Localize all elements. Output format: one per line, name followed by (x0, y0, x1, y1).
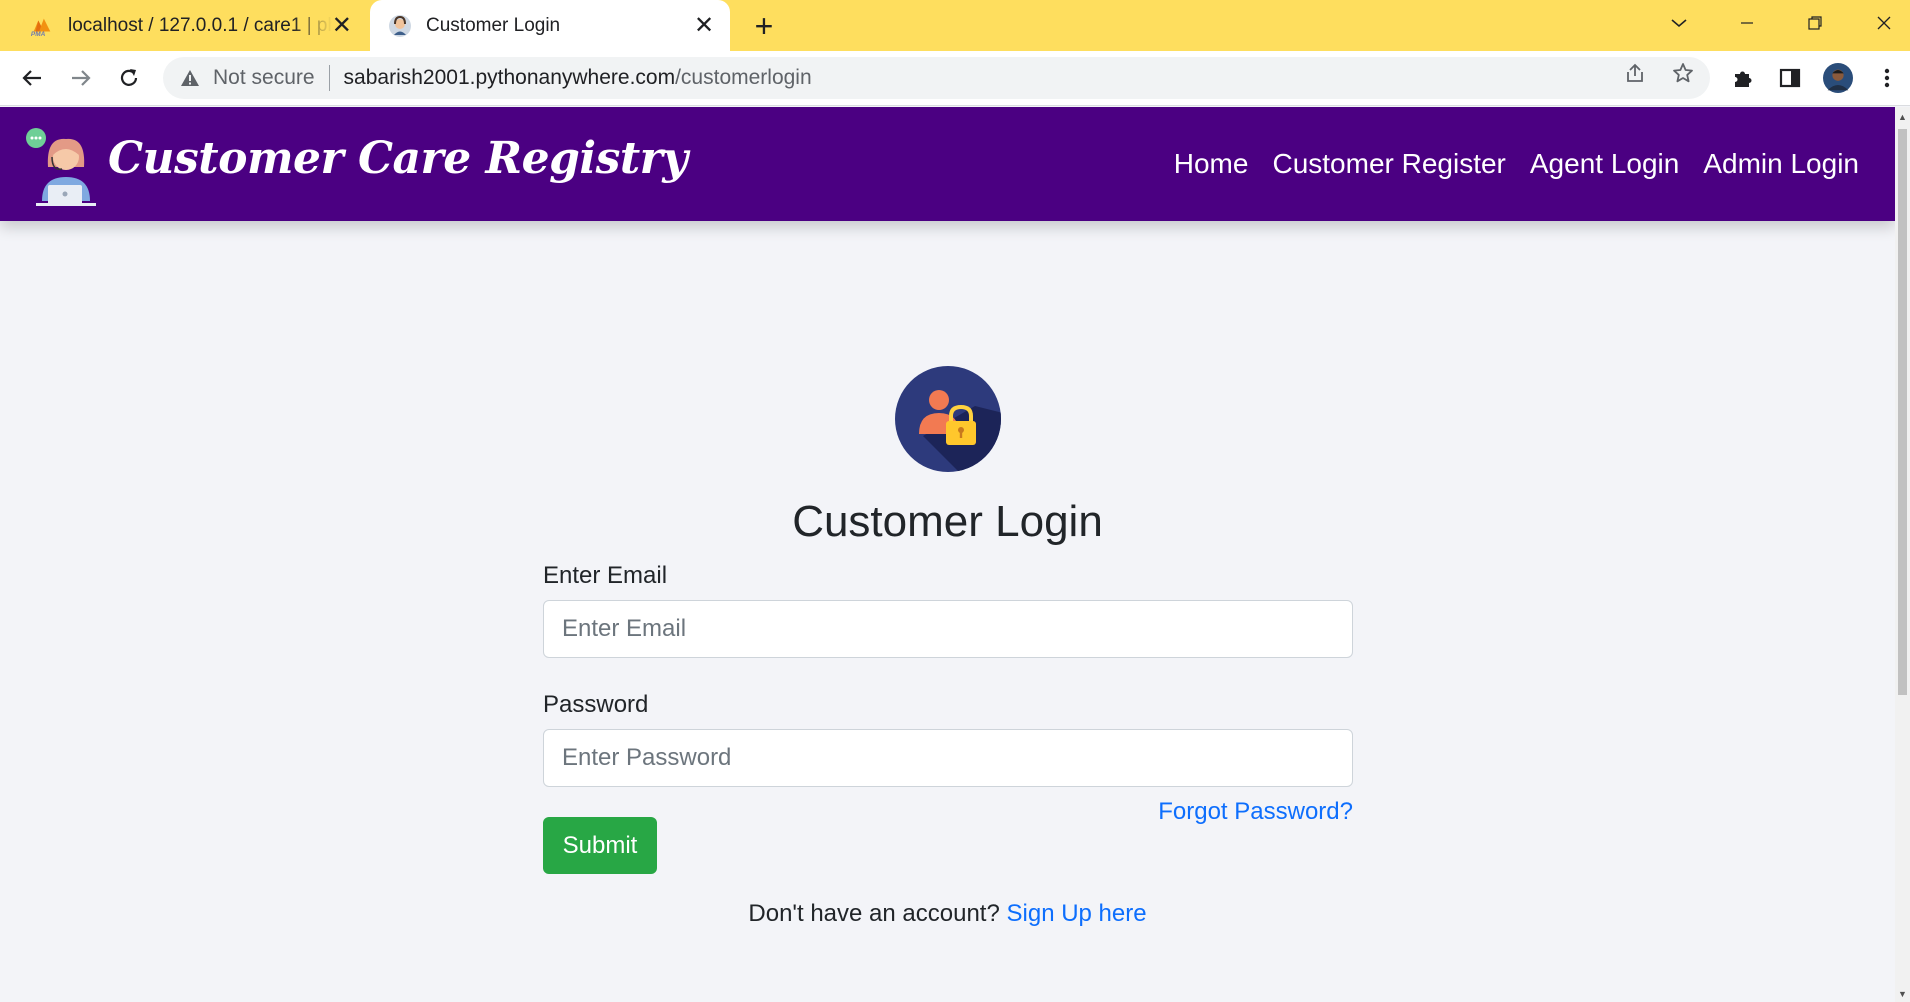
scroll-down-arrow-icon[interactable]: ▼ (1898, 988, 1907, 1000)
profile-avatar[interactable] (1823, 63, 1853, 93)
not-secure-warning-icon[interactable] (179, 67, 201, 89)
reload-icon[interactable] (111, 60, 147, 96)
signup-link[interactable]: Sign Up here (1007, 900, 1147, 927)
signup-prompt: Don't have an account? Sign Up here (0, 900, 1895, 928)
nav-link-agent-login[interactable]: Agent Login (1530, 148, 1679, 180)
phpmyadmin-icon: PMA (30, 14, 54, 38)
extensions-puzzle-icon[interactable] (1728, 63, 1758, 93)
security-label[interactable]: Not secure (213, 66, 315, 90)
chrome-menu-icon[interactable] (1872, 63, 1902, 93)
password-field[interactable] (543, 729, 1353, 787)
share-icon[interactable] (1621, 59, 1649, 87)
support-agent-icon (388, 14, 412, 38)
customer-care-agent-icon[interactable] (22, 127, 102, 207)
tab-title: localhost / 127.0.0.1 / care1 | phpMyAdm… (68, 14, 332, 36)
svg-text:PMA: PMA (31, 31, 46, 38)
site-navbar: Customer Care Registry Home Customer Reg… (0, 107, 1895, 221)
forward-arrow-icon[interactable] (63, 60, 99, 96)
address-divider (328, 65, 330, 91)
password-label: Password (543, 691, 649, 718)
close-tab-icon[interactable]: ✕ (690, 12, 718, 40)
nav-link-admin-login[interactable]: Admin Login (1703, 148, 1859, 180)
address-bar[interactable]: Not secure sabarish2001.pythonanywhere.c… (163, 57, 1710, 99)
browser-toolbar: Not secure sabarish2001.pythonanywhere.c… (0, 51, 1910, 106)
tab-search-chevron-icon[interactable] (1659, 6, 1699, 40)
page-scrollbar[interactable]: ▲ ▼ (1895, 107, 1910, 1002)
back-arrow-icon[interactable] (14, 60, 50, 96)
page-content: Customer Care Registry Home Customer Reg… (0, 107, 1895, 1002)
scroll-up-arrow-icon[interactable]: ▲ (1898, 111, 1907, 123)
nav-links: Home Customer Register Agent Login Admin… (1174, 107, 1859, 221)
close-window-icon[interactable] (1864, 6, 1904, 40)
side-panel-icon[interactable] (1775, 63, 1805, 93)
site-brand[interactable]: Customer Care Registry (108, 133, 688, 184)
close-tab-icon[interactable]: ✕ (332, 12, 353, 40)
email-label: Enter Email (543, 562, 668, 589)
tab-customer-login[interactable]: Customer Login ✕ (370, 0, 730, 51)
url-path: /customerlogin (675, 66, 812, 89)
page-title: Customer Login (792, 497, 1103, 546)
tab-phpmyadmin[interactable]: PMA localhost / 127.0.0.1 / care1 | phpM… (22, 0, 364, 51)
url-text[interactable]: sabarish2001.pythonanywhere.com/customer… (344, 66, 812, 90)
minimize-icon[interactable] (1727, 6, 1767, 40)
signup-prompt-text: Don't have an account? (748, 900, 1000, 927)
url-host: sabarish2001.pythonanywhere.com (343, 66, 676, 89)
restore-icon[interactable] (1795, 6, 1835, 40)
new-tab-button[interactable]: + (748, 8, 780, 44)
scrollbar-thumb[interactable] (1898, 129, 1907, 695)
nav-link-home[interactable]: Home (1174, 148, 1249, 180)
tab-title: Customer Login (426, 14, 561, 36)
nav-link-customer-register[interactable]: Customer Register (1272, 148, 1505, 180)
submit-button[interactable]: Submit (543, 817, 657, 874)
email-field[interactable] (543, 600, 1353, 658)
bookmark-star-icon[interactable] (1669, 59, 1697, 87)
browser-tabstrip: PMA localhost / 127.0.0.1 / care1 | phpM… (0, 0, 1910, 51)
forgot-password-link[interactable]: Forgot Password? (1158, 798, 1353, 826)
user-lock-icon (895, 366, 1001, 472)
